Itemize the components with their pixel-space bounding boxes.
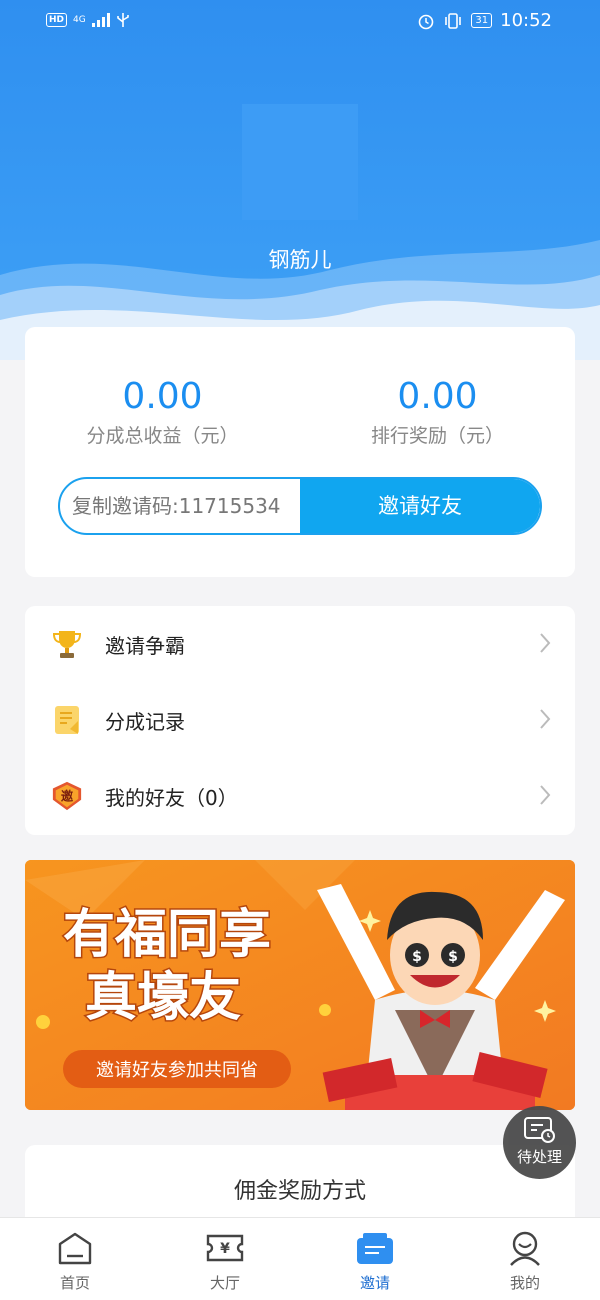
- total-share-stat: 0.00 分成总收益（元）: [25, 375, 300, 448]
- invite-friends-button[interactable]: 邀请好友: [300, 479, 540, 533]
- usb-icon: [116, 13, 129, 27]
- invite-tab-icon: [357, 1233, 393, 1264]
- tab-invite[interactable]: 邀请: [300, 1218, 450, 1300]
- network-label: 4G: [73, 15, 86, 25]
- menu-card: 邀请争霸 分成记录 邀 我的好友（0）: [25, 606, 575, 835]
- battery-icon: 31: [471, 13, 493, 28]
- menu-item-invite-contest[interactable]: 邀请争霸: [25, 606, 575, 682]
- svg-text:¥: ¥: [220, 1241, 230, 1257]
- menu-item-share-records[interactable]: 分成记录: [25, 682, 575, 758]
- ticket-icon: ¥: [206, 1234, 244, 1262]
- menu-label: 邀请争霸: [105, 633, 185, 658]
- hd-indicator: HD: [46, 13, 68, 27]
- pending-label: 待处理: [516, 1148, 562, 1166]
- menu-label: 分成记录: [105, 709, 185, 734]
- tab-label: 首页: [59, 1274, 90, 1292]
- commission-title: 佣金奖励方式: [233, 1179, 366, 1204]
- status-bar: HD 4G 31 10:52: [0, 0, 600, 44]
- banner-title-line2: 真壕友: [85, 968, 241, 1028]
- tab-hall[interactable]: ¥ 大厅: [150, 1218, 300, 1300]
- earnings-card: 0.00 分成总收益（元） 0.00 排行奖励（元） 复制邀请码:1171553…: [25, 327, 575, 577]
- chevron-right-icon: [540, 633, 551, 653]
- tab-home[interactable]: 首页: [0, 1218, 150, 1300]
- tab-bar: 首页 ¥ 大厅 邀请 我的: [0, 1217, 600, 1300]
- home-icon: [58, 1232, 92, 1265]
- invite-badge-icon: 邀: [51, 780, 83, 812]
- commission-card: 佣金奖励方式: [25, 1145, 575, 1225]
- svg-text:$: $: [448, 949, 458, 965]
- total-share-label: 分成总收益（元）: [86, 425, 239, 447]
- menu-item-my-friends[interactable]: 邀 我的好友（0）: [25, 758, 575, 834]
- banner-title-line1: 有福同享: [63, 905, 271, 965]
- header: HD 4G 31 10:52 钢筋儿: [0, 0, 600, 375]
- vibrate-icon: [445, 12, 462, 29]
- chevron-right-icon: [540, 785, 551, 805]
- tab-label: 邀请: [359, 1274, 390, 1292]
- avatar[interactable]: [242, 104, 358, 220]
- chevron-right-icon: [540, 709, 551, 729]
- banner-illustration: 有福同享 真壕友 邀请好友参加共同省 $ $: [25, 860, 575, 1110]
- username: 钢筋儿: [268, 248, 332, 272]
- alarm-icon: [419, 14, 434, 29]
- profile-icon: [510, 1231, 540, 1266]
- status-time: 10:52: [500, 10, 552, 31]
- trophy-icon: [51, 628, 83, 660]
- rank-reward-label: 排行奖励（元）: [370, 425, 504, 447]
- total-share-value: 0.00: [122, 376, 203, 417]
- tab-label: 大厅: [209, 1274, 240, 1292]
- signal-icon: [91, 13, 110, 27]
- promo-banner[interactable]: 有福同享 真壕友 邀请好友参加共同省 $ $: [25, 860, 575, 1110]
- svg-text:$: $: [412, 949, 422, 965]
- record-icon: [51, 704, 83, 736]
- svg-text:邀: 邀: [61, 789, 74, 804]
- pending-float-button[interactable]: 待处理: [503, 1106, 576, 1179]
- invite-bar: 复制邀请码:11715534 邀请好友: [58, 477, 542, 535]
- menu-label: 我的好友（0）: [105, 785, 238, 810]
- banner-subtitle: 邀请好友参加共同省: [96, 1060, 258, 1081]
- pending-icon: [524, 1117, 555, 1143]
- copy-invite-code[interactable]: 复制邀请码:11715534: [60, 479, 300, 533]
- tab-label: 我的: [509, 1274, 540, 1292]
- rank-reward-value: 0.00: [397, 376, 478, 417]
- tab-mine[interactable]: 我的: [450, 1218, 600, 1300]
- rank-reward-stat: 0.00 排行奖励（元）: [300, 375, 575, 448]
